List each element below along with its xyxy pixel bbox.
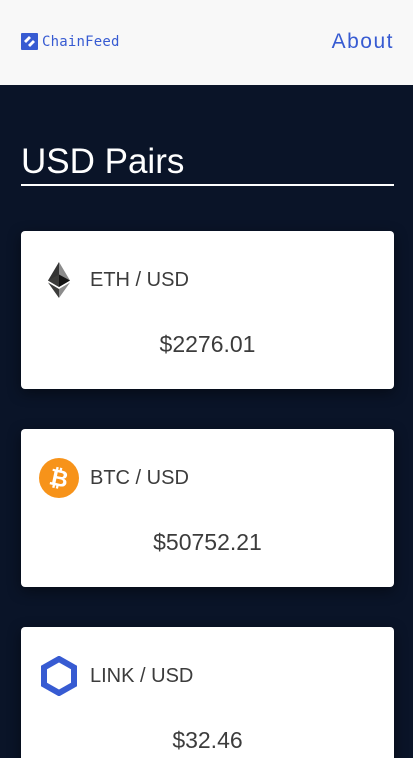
pair-price: $32.46 [172, 727, 243, 753]
title-underline [21, 184, 394, 186]
pair-card-eth-usd[interactable]: ETH / USD $2276.01 [21, 231, 394, 389]
brand-link[interactable]: ChainFeed [21, 33, 120, 50]
pair-card-link-usd[interactable]: LINK / USD $32.46 [21, 627, 394, 758]
pair-price: $2276.01 [159, 331, 256, 357]
brand-name: ChainFeed [42, 33, 120, 50]
top-nav: ChainFeed About [0, 0, 413, 85]
bitcoin-icon: ₿ [39, 458, 79, 498]
pair-price: $50752.21 [153, 529, 262, 555]
pair-label: ETH / USD [90, 269, 189, 291]
ethereum-icon [48, 262, 70, 298]
pair-label: BTC / USD [90, 467, 189, 489]
pair-label: LINK / USD [90, 665, 194, 687]
pair-card-btc-usd[interactable]: ₿ BTC / USD $50752.21 [21, 429, 394, 587]
chainlink-icon [41, 656, 77, 696]
chainfeed-logo-icon [21, 33, 38, 50]
page-title: USD Pairs [21, 142, 185, 181]
about-link[interactable]: About [332, 30, 394, 54]
main-content: USD Pairs ETH / USD $2276.01 ₿ BTC / USD… [0, 85, 413, 758]
